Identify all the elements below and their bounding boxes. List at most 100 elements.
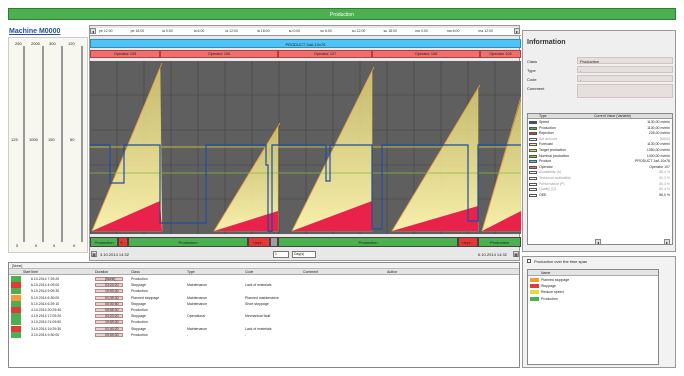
- state-segment[interactable]: Production: [90, 237, 118, 247]
- event-row[interactable]: 5.10.2014 6:30:00 01:39:30 Planned stoppag…: [9, 294, 519, 301]
- event-row[interactable]: 5.10.2014 9:09:30 19:00:30 Production: [9, 288, 519, 295]
- event-color: [11, 319, 21, 326]
- variable-row[interactable]: Quality (Q) 80,4 %: [528, 187, 672, 192]
- state-segment[interactable]: Production: [278, 237, 458, 247]
- variable-row[interactable]: Forecast 1130,00 m/min: [528, 142, 672, 147]
- page-select[interactable]: 1: [273, 251, 289, 258]
- state-segment[interactable]: Production: [478, 237, 521, 247]
- scroll-right-button[interactable]: ▸: [514, 28, 520, 34]
- state-segment[interactable]: S...: [118, 237, 128, 247]
- variable-row[interactable]: OEE 56,0 %: [528, 193, 672, 198]
- operator-segment[interactable]: Operator 105: [90, 50, 160, 58]
- timeline-chart[interactable]: ◂ ▸ pe 12:00 pe 18:00 la 0:00 la 6:00 la 12:…: [89, 25, 522, 261]
- variable-swatch: [529, 143, 537, 147]
- gauge-0-bar: [23, 46, 25, 242]
- col-start-time[interactable]: Start time: [23, 270, 38, 274]
- event-class: Production: [131, 320, 148, 325]
- variable-swatch: [529, 160, 537, 164]
- event-row[interactable]: 4.10.2014 17:09:20 03:20:20 Stoppage Operat…: [9, 313, 519, 320]
- end-date[interactable]: 6.10.2014 14:32: [478, 252, 507, 257]
- state-row: Production S... Production Unpl... Produ…: [90, 237, 521, 247]
- state-segment[interactable]: [270, 237, 278, 247]
- variable-swatch: [529, 165, 537, 169]
- event-color: [11, 288, 21, 295]
- col-type[interactable]: Type: [187, 270, 195, 274]
- event-class: Production: [131, 332, 148, 337]
- col-code[interactable]: Code: [245, 270, 253, 274]
- event-start: 5.10.2014 6:30:00: [31, 295, 60, 300]
- operator-segment[interactable]: Operator 107: [278, 50, 372, 58]
- operator-segment[interactable]: Operator 105: [480, 50, 521, 58]
- state-segment[interactable]: Production: [128, 237, 248, 247]
- state-segment[interactable]: Unpl...: [458, 237, 478, 247]
- event-duration: [None]: [105, 277, 116, 281]
- legend-swatch: [530, 278, 539, 282]
- variables-table-header: Type Current Value (Variable): [528, 114, 672, 119]
- calendar-icon[interactable]: ▦: [91, 251, 97, 257]
- operator-segment[interactable]: Operator 106: [372, 50, 480, 58]
- variable-row[interactable]: Production 1130,00 m/min: [528, 126, 672, 131]
- production-over-timespan-checkbox[interactable]: [527, 259, 531, 263]
- variable-row[interactable]: Target production 1350,00 m/min: [528, 148, 672, 153]
- variable-value: 1130,00 m/min: [647, 120, 670, 124]
- calendar-end-icon[interactable]: ▦: [513, 251, 519, 257]
- legend-item[interactable]: Stoppage: [528, 283, 658, 289]
- variable-row[interactable]: Nominal production 1400,00 m/min: [528, 154, 672, 159]
- machine-title-link[interactable]: Machine M0000: [9, 28, 60, 35]
- event-start: 3.10.2014 19:29:30: [31, 326, 62, 331]
- variable-swatch: [529, 188, 537, 192]
- col-duration[interactable]: Duration: [95, 270, 108, 274]
- production-over-timespan-label: Production over the time span: [534, 259, 588, 264]
- event-row[interactable]: 6.10.2014 4:09:00 03:20:20 Stoppage Mainten…: [9, 282, 519, 289]
- variable-value: 226,00 m/min: [648, 131, 670, 136]
- event-row[interactable]: 3.10.2014 9:30:00 09:59:30 Production - -: [9, 331, 519, 338]
- col-author[interactable]: Author: [387, 270, 397, 274]
- variable-row[interactable]: Performance (P) 80,4 %: [528, 182, 672, 187]
- event-color: [11, 276, 21, 282]
- variables-scroll-right[interactable]: ▸: [664, 239, 670, 245]
- variable-row[interactable]: Technical availability 91,2 %: [528, 176, 672, 181]
- start-date[interactable]: 3.10.2014 14:32: [100, 252, 129, 257]
- event-duration: 19:00:30: [105, 289, 119, 294]
- variable-swatch: [529, 193, 537, 197]
- info-field-label: Code: [527, 77, 537, 82]
- variable-row[interactable]: Availability (A) 85,4 %: [528, 170, 672, 175]
- information-title: Information: [527, 39, 566, 46]
- operator-segment[interactable]: Operator 106: [160, 50, 278, 58]
- event-row[interactable]: 4.10.2014 20:29:40 05:55:30 Production: [9, 307, 519, 313]
- variable-swatch: [529, 137, 537, 141]
- variable-row[interactable]: Speed 1130,00 m/min: [528, 120, 672, 125]
- event-class: Stoppage: [131, 301, 146, 306]
- col-class[interactable]: Class: [131, 270, 140, 274]
- variables-scroll-left[interactable]: ◂: [595, 239, 601, 245]
- time-tick: la 0:00: [162, 29, 173, 33]
- gauge-2-bar: [61, 46, 63, 242]
- scroll-left-button[interactable]: ◂: [90, 28, 96, 34]
- variable-name: Product: [539, 159, 552, 164]
- legend-item[interactable]: Reduce speed: [528, 289, 658, 295]
- gauge-1-bottom: 0: [35, 243, 38, 248]
- legend-item[interactable]: Production: [528, 296, 658, 302]
- event-duration: 09:59:30: [105, 332, 119, 337]
- variable-row[interactable]: Rejection 226,00 m/min: [528, 131, 672, 136]
- period-select[interactable]: Day(s): [292, 251, 316, 258]
- event-type: Operational: [187, 314, 206, 319]
- variable-row[interactable]: Set amount (6800): [528, 137, 672, 142]
- variable-name: Performance (P): [539, 181, 565, 186]
- event-row[interactable]: 3.10.2014 21:09:50 19:59:30 Production: [9, 319, 519, 326]
- production-plot[interactable]: [89, 61, 522, 234]
- variable-row[interactable]: Product PRODUCT 1aA.10x76: [528, 159, 672, 164]
- event-row[interactable]: 5.10.2014 6:29:10 00:00:50 Stoppage Mainten…: [9, 300, 519, 307]
- product-bar[interactable]: PRODUCT 2aA.10x76: [90, 39, 521, 48]
- variable-row[interactable]: Operator Operator 107: [528, 165, 672, 170]
- gauge-1-mid: 1000: [29, 137, 38, 142]
- event-duration: 00:00:50: [105, 301, 119, 306]
- variable-name: Speed: [539, 120, 550, 124]
- variable-swatch: [529, 177, 537, 180]
- event-row[interactable]: 3.10.2014 19:29:30 01:40:20 Stoppage Mainte…: [9, 325, 519, 332]
- legend-item[interactable]: Planned stoppage: [528, 277, 658, 283]
- state-segment[interactable]: Unpl...: [248, 237, 270, 247]
- event-row[interactable]: 6.10.2014 7:29:20 [None] Production: [9, 276, 519, 282]
- event-code: -: [245, 332, 247, 337]
- col-comment[interactable]: Comment: [303, 270, 318, 274]
